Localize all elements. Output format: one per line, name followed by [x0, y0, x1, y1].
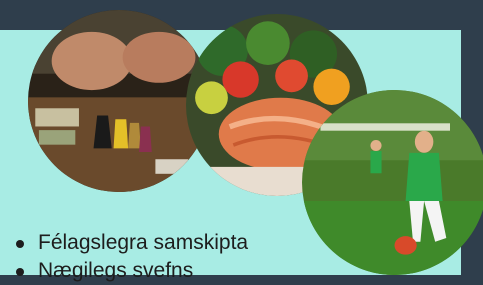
bullet-list: Félagslegra samskipta Nægilegs svefns: [12, 229, 248, 285]
bullet-item: Nægilegs svefns: [12, 257, 248, 285]
bullet-item: Félagslegra samskipta: [12, 229, 248, 257]
board-game-photo: [28, 10, 210, 192]
soccer-child-photo: [302, 90, 483, 275]
